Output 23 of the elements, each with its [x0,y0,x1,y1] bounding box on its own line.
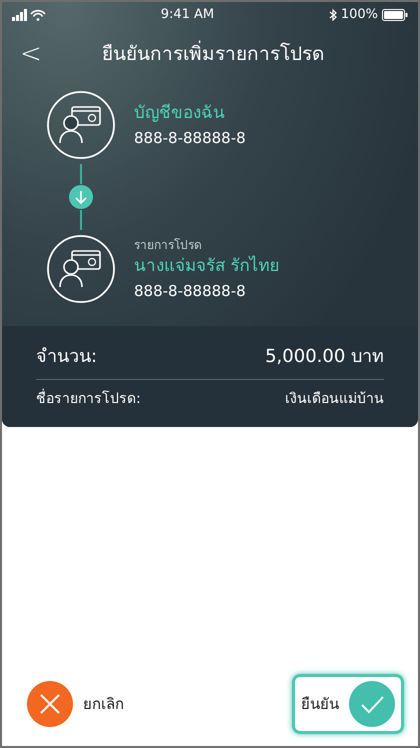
account-name: บัญชีของฉัน [134,102,226,125]
back-button[interactable]: < [14,41,48,67]
account-icon [46,234,116,304]
battery-percent: 100% [340,6,378,24]
signal-icon [12,9,46,21]
confirm-button[interactable]: ยืนยัน [292,674,404,734]
arrow-down-icon [68,184,94,210]
summary-label: ชื่อรายการโปรด: [36,389,141,410]
bluetooth-icon [328,9,337,21]
account-name: นางแจ่มจรัส รักไทย [134,254,280,278]
account-number: 888-8-88888-8 [134,128,246,148]
account-caption: รายการโปรด [134,237,203,254]
summary-value: 5,000.00 บาท [265,345,384,369]
summary-label: จำนวน: [36,345,98,369]
account-number: 888-8-88888-8 [134,280,247,302]
close-icon [27,681,73,727]
account-icon [46,90,116,160]
cancel-button[interactable]: ยกเลิก [18,674,133,734]
status-time: 9:41 AM [160,6,214,24]
check-icon [349,681,395,727]
page-title: ยืนยันการเพิ่มรายการโปรด [100,40,325,67]
summary-value: เงินเดือนแม่บ้าน [285,390,384,409]
battery-icon [382,9,408,21]
